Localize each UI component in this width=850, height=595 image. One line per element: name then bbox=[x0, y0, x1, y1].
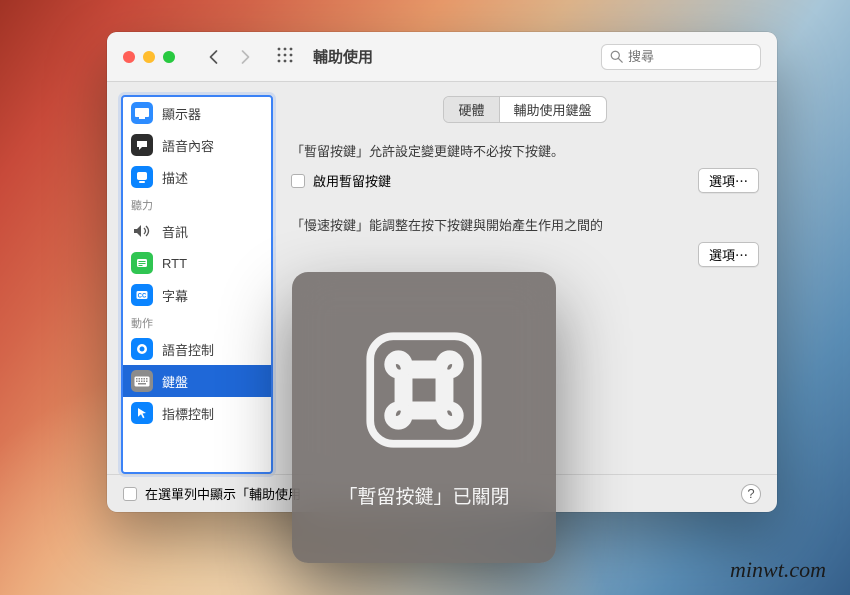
close-button[interactable] bbox=[123, 51, 135, 63]
enable-sticky-keys-checkbox[interactable] bbox=[291, 174, 305, 188]
sticky-keys-section: 「暫留按鍵」允許設定變更鍵時不必按下按鍵。 啟用暫留按鍵 選項⋯ bbox=[291, 141, 759, 193]
sidebar[interactable]: 顯示器 語音內容 描述 聽力 音訊 RTT CC 字幕 bbox=[121, 95, 273, 474]
sidebar-label: 語音內容 bbox=[162, 136, 214, 155]
slow-keys-description: 「慢速按鍵」能調整在按下按鍵與開始產生作用之間的 bbox=[291, 215, 759, 234]
chevron-right-icon bbox=[240, 49, 251, 65]
sidebar-category-motor: 動作 bbox=[123, 311, 271, 333]
command-key-icon bbox=[360, 326, 488, 454]
search-field[interactable] bbox=[601, 44, 761, 70]
sidebar-label: RTT bbox=[162, 256, 187, 271]
traffic-lights bbox=[123, 51, 175, 63]
titlebar: 輔助使用 bbox=[107, 32, 777, 82]
sidebar-label: 顯示器 bbox=[162, 104, 201, 123]
tab-accessibility-keyboard[interactable]: 輔助使用鍵盤 bbox=[500, 97, 606, 122]
sidebar-label: 描述 bbox=[162, 168, 188, 187]
sidebar-item-pointer[interactable]: 指標控制 bbox=[123, 397, 271, 429]
describe-icon bbox=[131, 166, 153, 188]
display-icon bbox=[131, 102, 153, 124]
sidebar-item-descriptions[interactable]: 描述 bbox=[123, 161, 271, 193]
search-input[interactable] bbox=[628, 49, 752, 64]
pointer-icon bbox=[131, 402, 153, 424]
minimize-button[interactable] bbox=[143, 51, 155, 63]
sidebar-item-voice-control[interactable]: 語音控制 bbox=[123, 333, 271, 365]
search-icon bbox=[610, 50, 623, 63]
window-title: 輔助使用 bbox=[313, 46, 593, 67]
sticky-keys-options-button[interactable]: 選項⋯ bbox=[698, 168, 759, 193]
show-in-menubar-checkbox[interactable] bbox=[123, 487, 137, 501]
sidebar-label: 字幕 bbox=[162, 286, 188, 305]
slow-keys-section: 「慢速按鍵」能調整在按下按鍵與開始產生作用之間的 選項⋯ bbox=[291, 215, 759, 267]
sticky-keys-description: 「暫留按鍵」允許設定變更鍵時不必按下按鍵。 bbox=[291, 141, 759, 160]
audio-icon bbox=[131, 220, 153, 242]
tab-segment: 硬體 輔助使用鍵盤 bbox=[291, 96, 759, 123]
sidebar-label: 語音控制 bbox=[162, 340, 214, 359]
rtt-icon bbox=[131, 252, 153, 274]
grid-icon bbox=[277, 47, 293, 63]
speech-icon bbox=[131, 134, 153, 156]
back-button[interactable] bbox=[201, 45, 225, 69]
sidebar-label: 鍵盤 bbox=[162, 372, 188, 391]
sticky-keys-hud: 「暫留按鍵」已關閉 bbox=[292, 272, 556, 563]
tab-hardware[interactable]: 硬體 bbox=[444, 97, 499, 122]
sidebar-item-rtt[interactable]: RTT bbox=[123, 247, 271, 279]
chevron-left-icon bbox=[208, 49, 219, 65]
help-button[interactable]: ? bbox=[741, 484, 761, 504]
forward-button[interactable] bbox=[233, 45, 257, 69]
sidebar-category-hearing: 聽力 bbox=[123, 193, 271, 215]
voice-control-icon bbox=[131, 338, 153, 360]
show-in-menubar-label: 在選單列中顯示「輔助使用 bbox=[145, 484, 301, 503]
sidebar-item-display[interactable]: 顯示器 bbox=[123, 97, 271, 129]
show-all-button[interactable] bbox=[277, 47, 293, 66]
caption-icon: CC bbox=[131, 284, 153, 306]
slow-keys-options-button[interactable]: 選項⋯ bbox=[698, 242, 759, 267]
sidebar-label: 音訊 bbox=[162, 222, 188, 241]
enable-sticky-keys-label: 啟用暫留按鍵 bbox=[313, 171, 391, 190]
sidebar-label: 指標控制 bbox=[162, 404, 214, 423]
sidebar-item-captions[interactable]: CC 字幕 bbox=[123, 279, 271, 311]
zoom-button[interactable] bbox=[163, 51, 175, 63]
watermark: minwt.com bbox=[730, 557, 826, 583]
keyboard-icon bbox=[131, 370, 153, 392]
sticky-keys-hud-text: 「暫留按鍵」已關閉 bbox=[338, 482, 509, 509]
sidebar-item-audio[interactable]: 音訊 bbox=[123, 215, 271, 247]
sidebar-item-speech[interactable]: 語音內容 bbox=[123, 129, 271, 161]
sidebar-item-keyboard[interactable]: 鍵盤 bbox=[123, 365, 271, 397]
svg-text:CC: CC bbox=[138, 294, 147, 300]
